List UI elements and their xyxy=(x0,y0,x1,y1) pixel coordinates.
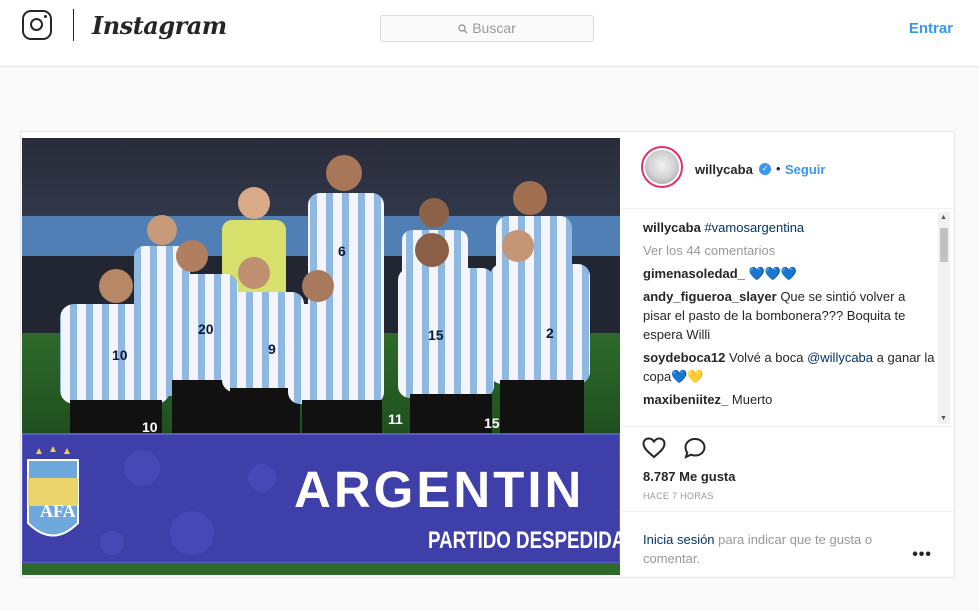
comment-item: soydeboca12 Volvé a boca @willycaba a ga… xyxy=(643,348,936,386)
caption-username[interactable]: willycaba xyxy=(643,220,701,235)
comment-username[interactable]: gimenasoledad_ xyxy=(643,266,745,281)
search-icon xyxy=(458,17,468,42)
camera-dot-icon xyxy=(44,15,47,18)
jersey-number: 9 xyxy=(268,341,276,357)
comments-scrollbar[interactable]: ▲ ▼ xyxy=(938,212,950,424)
post-timestamp: HACE 7 HORAS xyxy=(643,491,714,501)
caption: willycaba #vamosargentina xyxy=(643,218,936,237)
comment-item: gimenasoledad_ 💙💙💙 xyxy=(643,264,936,283)
scroll-down-arrow-icon[interactable]: ▼ xyxy=(940,415,947,422)
comment-item: andy_figueroa_slayer Que se sintió volve… xyxy=(643,287,936,344)
jersey-number: 2 xyxy=(546,325,554,341)
post-header: willycaba ✓ • Seguir xyxy=(621,132,954,209)
instagram-camera-icon[interactable] xyxy=(22,10,52,40)
jersey-number: 15 xyxy=(428,327,444,343)
jersey-number: 10 xyxy=(142,419,158,435)
jersey-number: 15 xyxy=(484,415,500,431)
verified-badge-icon: ✓ xyxy=(759,163,771,175)
jersey-number: 20 xyxy=(198,321,214,337)
comment-username[interactable]: maxibeniitez_ xyxy=(643,392,728,407)
comment-text: Muerto xyxy=(731,392,773,407)
camera-lens-icon xyxy=(30,18,43,31)
view-all-comments-link[interactable]: Ver los 44 comentarios xyxy=(643,241,936,260)
afa-crest-text: AFA xyxy=(40,501,76,521)
search-placeholder: Buscar xyxy=(472,20,516,36)
jersey-number: 6 xyxy=(338,243,346,259)
post-photo[interactable]: 6 10 20 9 11 15 15 2 10 AFA ARGENTIN PAR… xyxy=(22,138,620,575)
separator-dot: • xyxy=(776,161,781,176)
jersey-number: 11 xyxy=(388,411,403,427)
avatar[interactable] xyxy=(641,146,683,188)
post-sidebar: willycaba ✓ • Seguir willycaba #vamosarg… xyxy=(621,132,954,577)
banner-text: ARGENTIN xyxy=(294,461,585,518)
login-prompt-link[interactable]: Inicia sesión xyxy=(643,532,715,547)
more-options-icon[interactable]: ••• xyxy=(912,546,932,564)
comment-username[interactable]: soydeboca12 xyxy=(643,350,725,365)
search-box[interactable]: Buscar xyxy=(380,15,594,42)
scroll-up-arrow-icon[interactable]: ▲ xyxy=(940,214,947,221)
caption-hashtag[interactable]: #vamosargentina xyxy=(704,220,804,235)
login-prompt-row: Inicia sesión para indicar que te gusta … xyxy=(621,511,954,578)
avatar-photo xyxy=(645,150,679,184)
scrollbar-thumb[interactable] xyxy=(940,228,948,262)
banner-subtext: PARTIDO DESPEDIDA xyxy=(428,527,620,554)
comment-text: 💙💙💙 xyxy=(748,266,798,281)
likes-count[interactable]: 8.787 Me gusta xyxy=(643,469,736,484)
logo-divider xyxy=(73,9,74,41)
instagram-wordmark[interactable]: Instagram xyxy=(92,11,227,40)
login-prompt: Inicia sesión para indicar que te gusta … xyxy=(643,530,908,568)
comment-mention[interactable]: @willycaba xyxy=(807,350,873,365)
login-link[interactable]: Entrar xyxy=(909,20,953,37)
author-username[interactable]: willycaba xyxy=(695,162,753,177)
comment-item: maxibeniitez_ Muerto xyxy=(643,390,936,409)
comment-text: Volvé a boca xyxy=(729,350,804,365)
comment-username[interactable]: andy_figueroa_slayer xyxy=(643,289,777,304)
follow-button[interactable]: Seguir xyxy=(785,162,825,177)
jersey-number: 10 xyxy=(112,347,128,363)
post-card: 6 10 20 9 11 15 15 2 10 AFA ARGENTIN PAR… xyxy=(20,131,955,578)
top-navigation-bar: Instagram Buscar Entrar xyxy=(0,0,979,67)
comment-bubble-icon[interactable] xyxy=(683,437,707,464)
comments-list: willycaba #vamosargentina Ver los 44 com… xyxy=(643,218,936,421)
heart-icon[interactable] xyxy=(642,437,666,464)
